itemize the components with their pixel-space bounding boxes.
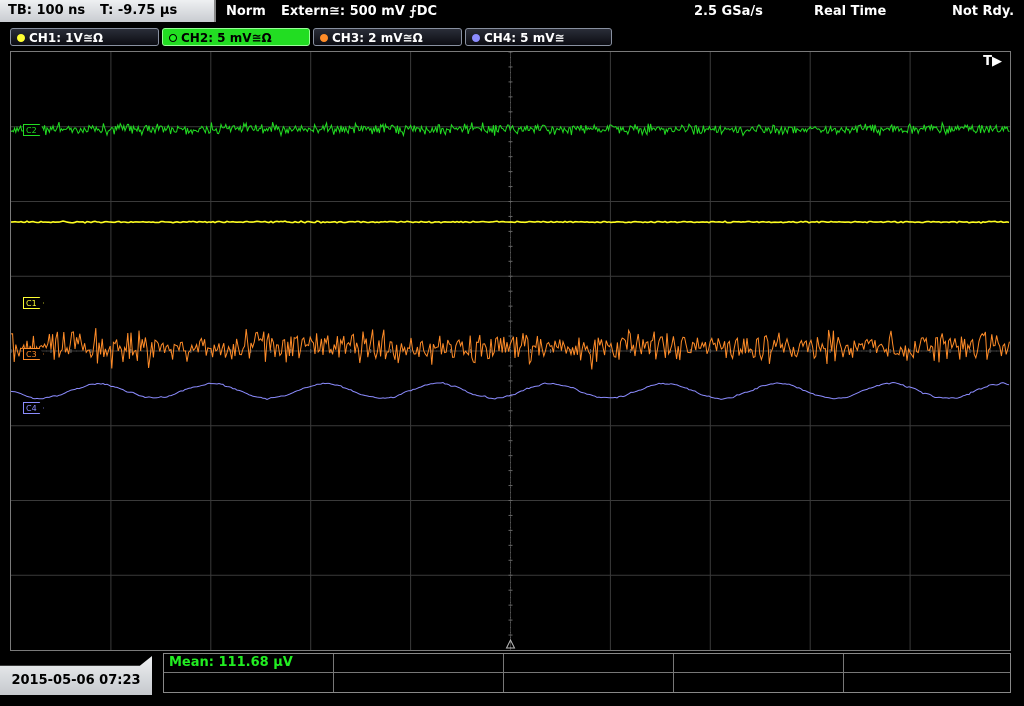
ch1-label: CH1: 1V≅Ω [29,31,104,45]
measurement-cell-empty[interactable] [844,673,1010,692]
measurement-cell[interactable]: Mean: 111.68 µV [164,654,334,673]
top-status-bar: TB: 100 ns T: -9.75 µs Norm Extern≅: 500… [0,0,1024,24]
ch3-dot-icon [320,34,328,42]
ch3-label: CH3: 2 mV≅Ω [332,31,423,45]
waveform-display[interactable]: T▶ C1 C2 C3 C4 [10,51,1011,651]
ch1-dot-icon [17,34,25,42]
measurement-cell-empty[interactable] [844,654,1010,673]
tab-channel-4[interactable]: CH4: 5 mV≅ [465,28,612,46]
trigger-marker-icon: T▶ [983,54,1002,69]
acquisition-status: Not Rdy. [952,4,1015,19]
measurement-cell-empty[interactable] [674,654,844,673]
waveform-canvas [11,52,1010,650]
measurement-cell-empty[interactable] [164,673,334,692]
measurement-cell-empty[interactable] [334,654,504,673]
mean-measurement: Mean: 111.68 µV [169,655,293,670]
measurement-cell-empty[interactable] [334,673,504,692]
datetime-box: 2015-05-06 07:23 [0,656,152,695]
datetime-label: 2015-05-06 07:23 [11,673,141,688]
ch2-dot-icon [169,34,177,42]
ch3-offset-marker[interactable]: C3 [23,348,44,360]
ch2-offset-marker[interactable]: C2 [23,124,44,136]
trigger-source[interactable]: Extern≅: 500 mV ⨍DC [281,0,437,24]
ch1-offset-marker[interactable]: C1 [23,297,44,309]
timebase-label: TB: 100 ns [8,3,86,18]
sample-rate: 2.5 GSa/s [694,4,763,19]
ch1-waveform [11,220,1010,224]
ch4-label: CH4: 5 mV≅ [484,31,565,45]
graticule [11,52,1010,650]
timebase-box[interactable]: TB: 100 ns T: -9.75 µs [0,0,216,22]
trigger-time-label: T: -9.75 µs [100,3,178,18]
measurement-cell-empty[interactable] [674,673,844,692]
acquisition-mode: Real Time [814,4,887,19]
tab-channel-3[interactable]: CH3: 2 mV≅Ω [313,28,462,46]
ch2-label: CH2: 5 mV≅Ω [181,31,272,45]
measurement-bar[interactable]: Mean: 111.68 µV [163,653,1011,693]
ch4-dot-icon [472,34,480,42]
tab-channel-1[interactable]: CH1: 1V≅Ω [10,28,159,46]
trigger-mode[interactable]: Norm [226,0,266,24]
measurement-cell-empty[interactable] [504,673,674,692]
ch4-offset-marker[interactable]: C4 [23,402,44,414]
measurement-cell-empty[interactable] [504,654,674,673]
tab-channel-2[interactable]: CH2: 5 mV≅Ω [162,28,310,46]
